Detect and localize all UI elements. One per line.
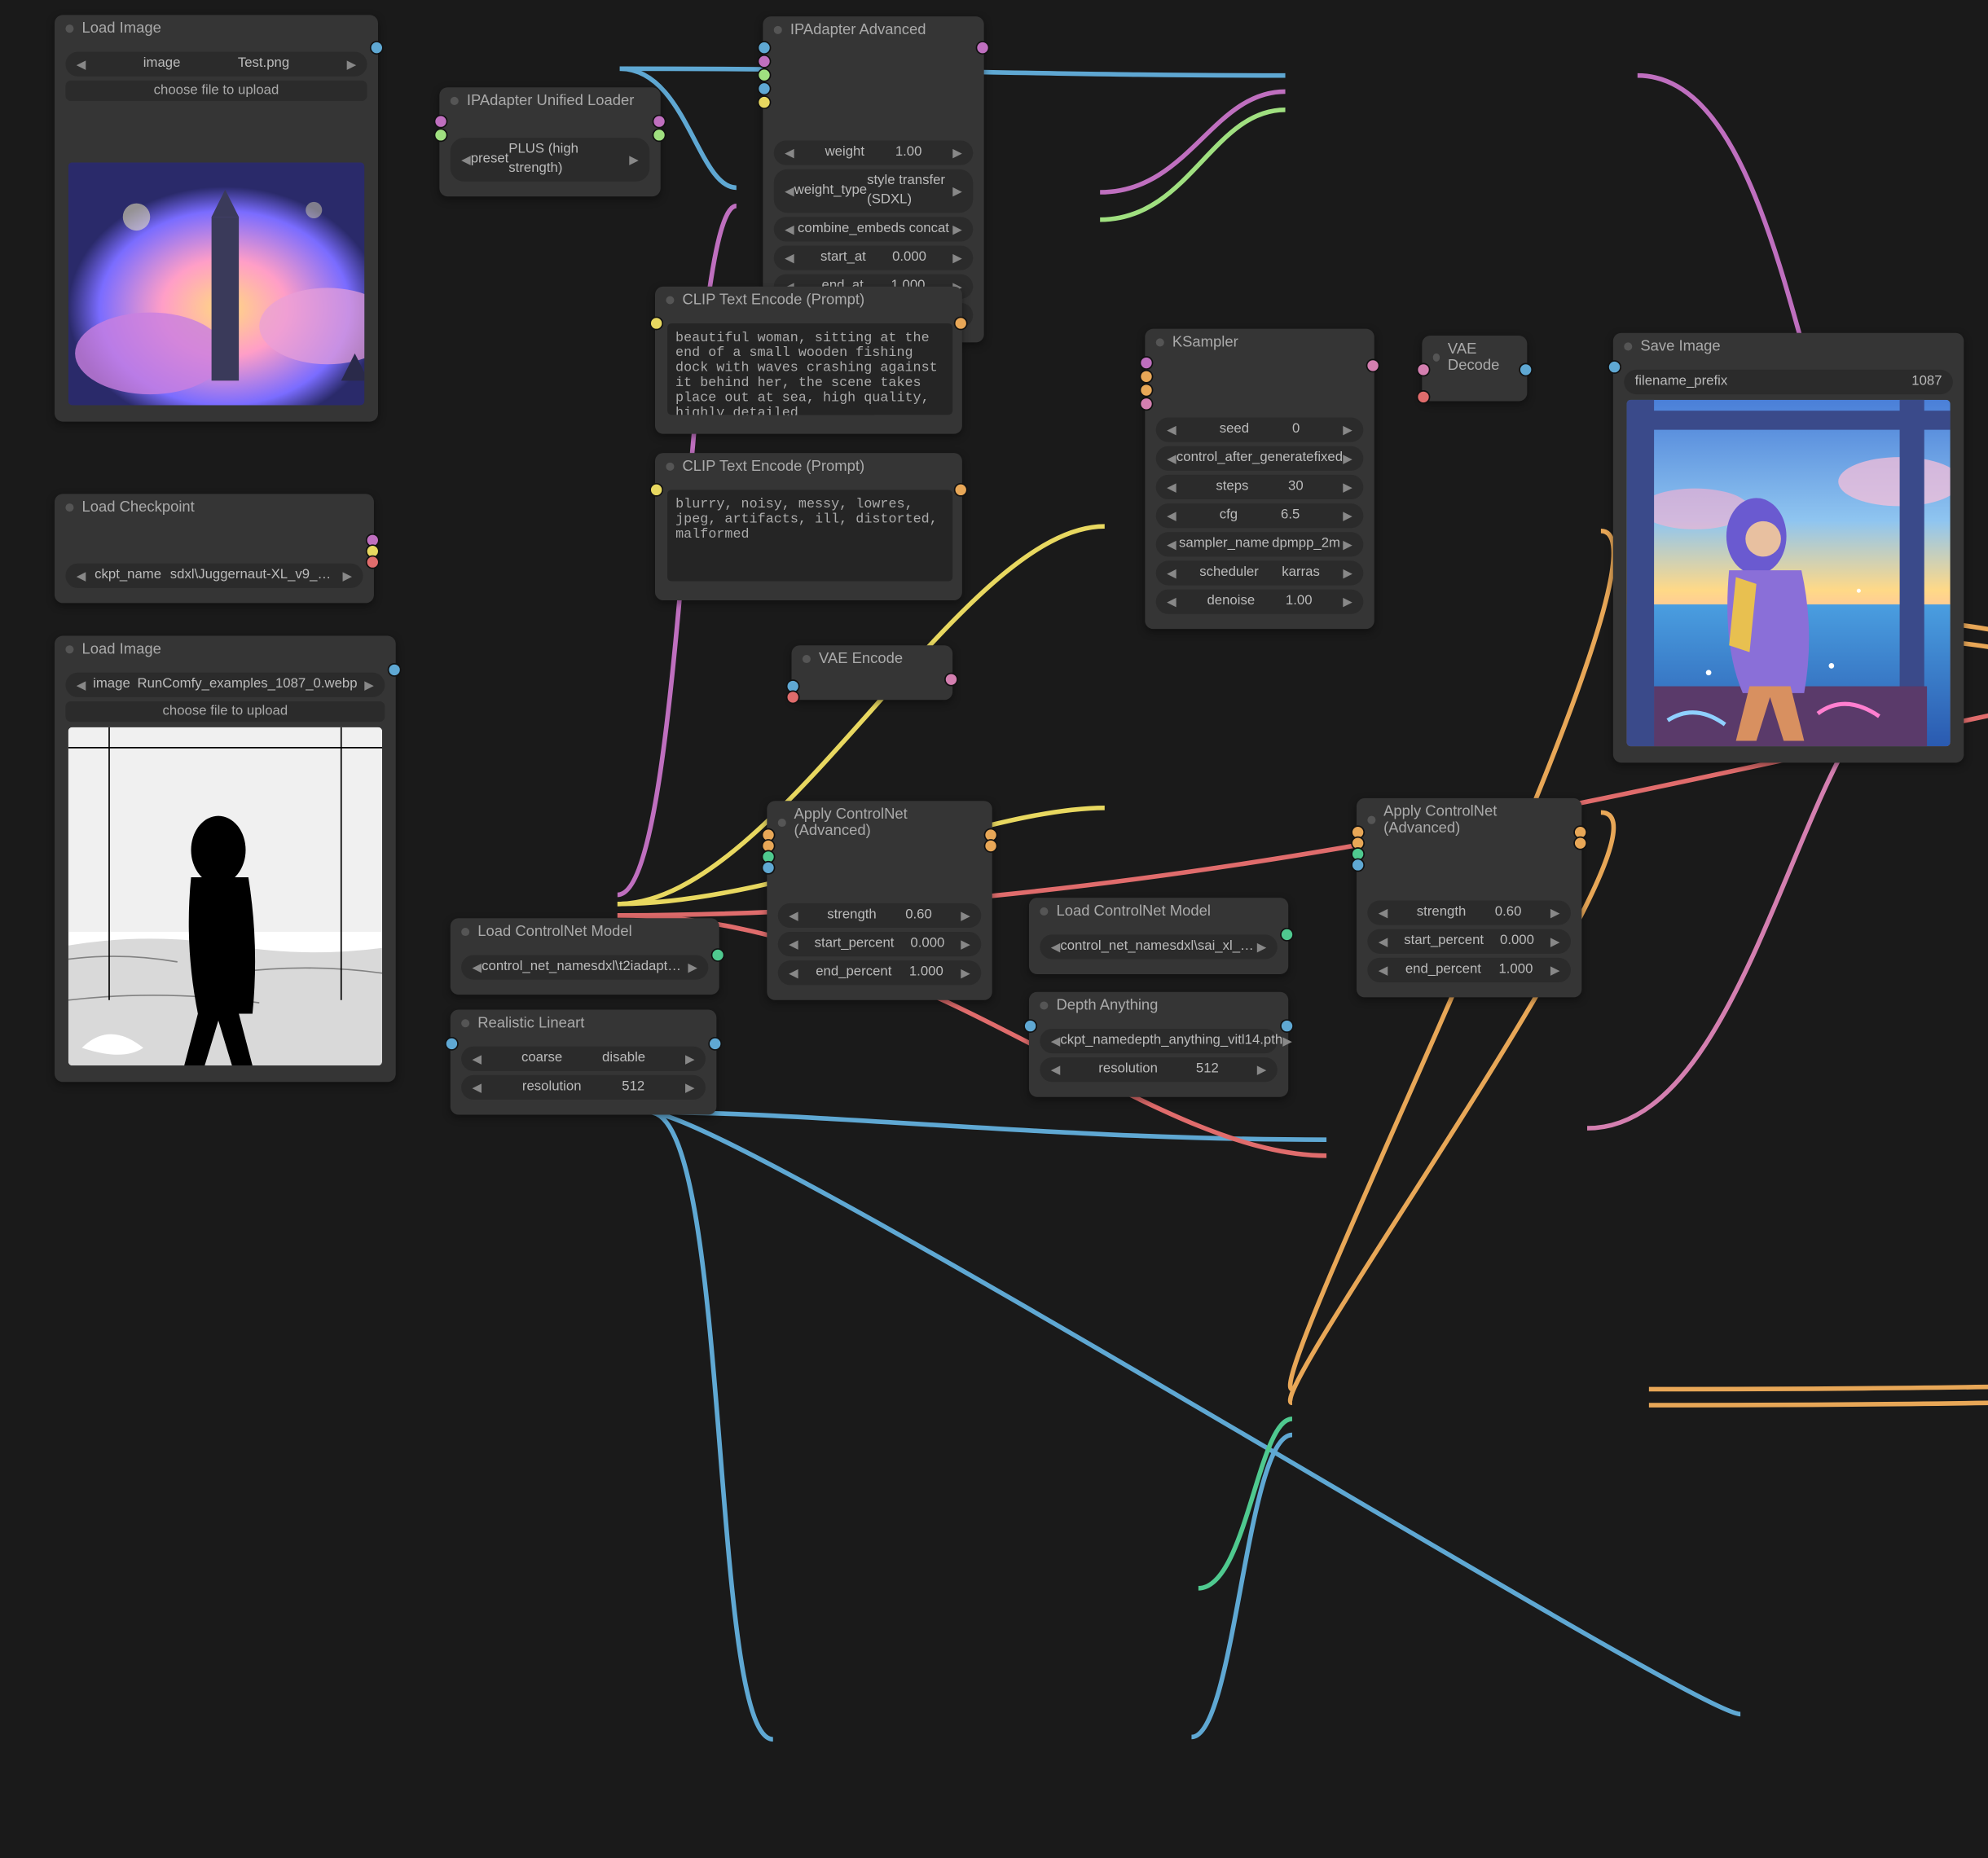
node-load-controlnet-2[interactable]: Load ControlNet Model ◀control_net_names… xyxy=(1029,898,1288,974)
port-samples-in[interactable] xyxy=(1417,363,1431,377)
node-load-controlnet-1[interactable]: Load ControlNet Model ◀control_net_names… xyxy=(451,918,719,995)
port-image-out[interactable] xyxy=(1280,1019,1294,1033)
port-images-in[interactable] xyxy=(1608,360,1621,374)
widget-combine_embeds[interactable]: ◀combine_embedsconcat▶ xyxy=(774,217,974,241)
port-model-in[interactable] xyxy=(758,55,772,68)
port-clip-in[interactable] xyxy=(649,317,663,331)
port-clip-in[interactable] xyxy=(649,483,663,497)
output-image xyxy=(1627,400,1951,746)
port-model-in[interactable] xyxy=(1140,356,1154,370)
widget-seed[interactable]: ◀seed0▶ xyxy=(1156,418,1364,442)
port-latent-out[interactable] xyxy=(944,673,958,687)
port-ipadapter-in[interactable] xyxy=(758,68,772,82)
port-model-in[interactable] xyxy=(434,115,448,129)
node-depth-anything[interactable]: Depth Anything ◀ckpt_namedepth_anything_… xyxy=(1029,992,1288,1097)
port-negative-out[interactable] xyxy=(1573,837,1587,850)
port-controlnet-out[interactable] xyxy=(1280,928,1294,942)
node-load-image-2[interactable]: Load Image ◀imageRunComfy_examples_1087_… xyxy=(55,636,396,1083)
widget-cn-name[interactable]: ◀control_net_namesdxl\t2iadapter_diffuse… xyxy=(461,955,708,980)
port-cond-out[interactable] xyxy=(954,483,968,497)
node-ksampler[interactable]: KSampler ◀seed0▶◀control_after_generatef… xyxy=(1145,329,1374,630)
widget-denoise[interactable]: ◀denoise1.00▶ xyxy=(1156,590,1364,614)
port-negative-in[interactable] xyxy=(1140,384,1154,398)
port-image-in[interactable] xyxy=(445,1037,459,1051)
widget-cfg[interactable]: ◀cfg6.5▶ xyxy=(1156,503,1364,528)
upload-button[interactable]: choose file to upload xyxy=(65,81,367,101)
widget-preset[interactable]: ◀presetPLUS (high strength)▶ xyxy=(451,138,650,182)
widget-weight_type[interactable]: ◀weight_typestyle transfer (SDXL)▶ xyxy=(774,169,974,213)
port-ipadapter-in[interactable] xyxy=(434,128,448,142)
node-load-image-1[interactable]: Load Image ◀imageTest.png▶ choose file t… xyxy=(55,15,378,421)
port-cond-out[interactable] xyxy=(954,317,968,331)
widget-start_percent[interactable]: ◀start_percent0.000▶ xyxy=(778,932,982,956)
widget-resolution[interactable]: ◀resolution512▶ xyxy=(461,1075,706,1100)
node-clip-negative[interactable]: CLIP Text Encode (Prompt) xyxy=(655,453,962,600)
prompt-textarea[interactable] xyxy=(667,490,952,581)
upload-button[interactable]: choose file to upload xyxy=(65,701,385,722)
preview-image-1 xyxy=(68,162,364,405)
port-clipvision-in[interactable] xyxy=(758,95,772,109)
port-image-in[interactable] xyxy=(762,861,776,875)
widget-start_at[interactable]: ◀start_at0.000▶ xyxy=(774,246,974,270)
node-apply-controlnet-1[interactable]: Apply ControlNet (Advanced) ◀strength0.6… xyxy=(767,801,992,1000)
port-model-out[interactable] xyxy=(976,41,990,55)
port-image-in[interactable] xyxy=(1351,859,1365,872)
widget-end_percent[interactable]: ◀end_percent1.000▶ xyxy=(1367,958,1571,982)
widget-coarse[interactable]: ◀coarsedisable▶ xyxy=(461,1047,706,1071)
widget-weight[interactable]: ◀weight1.00▶ xyxy=(774,141,974,165)
port-negative-out[interactable] xyxy=(984,839,998,853)
port-attn-in[interactable] xyxy=(758,82,772,96)
widget-ckpt_name[interactable]: ◀ckpt_namedepth_anything_vitl14.pth▶ xyxy=(1040,1029,1277,1053)
port-vae-in[interactable] xyxy=(1417,390,1431,404)
port-image-out[interactable] xyxy=(370,41,384,55)
widget-sampler_name[interactable]: ◀sampler_namedpmpp_2m▶ xyxy=(1156,532,1364,556)
widget-control_after_generate[interactable]: ◀control_after_generatefixed▶ xyxy=(1156,446,1364,471)
widget-strength[interactable]: ◀strength0.60▶ xyxy=(1367,901,1571,925)
node-load-checkpoint[interactable]: Load Checkpoint ◀ckpt_namesdxl\Juggernau… xyxy=(55,494,374,603)
node-title: Load Image xyxy=(55,15,378,42)
node-ipadapter-loader[interactable]: IPAdapter Unified Loader ◀presetPLUS (hi… xyxy=(439,87,660,196)
port-image-out[interactable] xyxy=(1519,363,1533,377)
port-vae-in[interactable] xyxy=(786,691,800,705)
port-image-out[interactable] xyxy=(708,1037,722,1051)
widget-scheduler[interactable]: ◀schedulerkarras▶ xyxy=(1156,560,1364,585)
port-positive-in[interactable] xyxy=(1140,370,1154,384)
widget-image-file[interactable]: ◀imageRunComfy_examples_1087_0.webp▶ xyxy=(65,673,385,697)
node-vae-decode[interactable]: VAE Decode xyxy=(1422,336,1527,401)
port-latent-in[interactable] xyxy=(1140,397,1154,411)
widget-resolution[interactable]: ◀resolution512▶ xyxy=(1040,1057,1277,1082)
node-save-image[interactable]: Save Image filename_prefix1087 xyxy=(1613,333,1964,763)
widget-filename-prefix[interactable]: filename_prefix1087 xyxy=(1624,370,1953,394)
widget-strength[interactable]: ◀strength0.60▶ xyxy=(778,903,982,928)
node-vae-encode[interactable]: VAE Encode xyxy=(792,645,953,700)
port-controlnet-out[interactable] xyxy=(711,948,725,962)
port-image-in[interactable] xyxy=(1023,1019,1037,1033)
widget-image-file[interactable]: ◀imageTest.png▶ xyxy=(65,52,367,77)
port-image-out[interactable] xyxy=(388,663,402,677)
widget-end_percent[interactable]: ◀end_percent1.000▶ xyxy=(778,960,982,985)
widget-start_percent[interactable]: ◀start_percent0.000▶ xyxy=(1367,929,1571,954)
node-realistic-lineart[interactable]: Realistic Lineart ◀coarsedisable▶◀resolu… xyxy=(451,1010,717,1115)
preview-image-2 xyxy=(68,727,382,1065)
port-model-out[interactable] xyxy=(653,115,666,129)
widget-steps[interactable]: ◀steps30▶ xyxy=(1156,475,1364,499)
widget-ckpt[interactable]: ◀ckpt_namesdxl\Juggernaut-XL_v9_RunDiffu… xyxy=(65,564,363,588)
port-ipadapter-out[interactable] xyxy=(653,128,666,142)
port-vae-out[interactable] xyxy=(366,556,380,569)
port-latent-out[interactable] xyxy=(1366,359,1380,373)
port-image-in[interactable] xyxy=(758,41,772,55)
node-apply-controlnet-2[interactable]: Apply ControlNet (Advanced) ◀strength0.6… xyxy=(1357,798,1581,998)
widget-cn-name[interactable]: ◀control_net_namesdxl\sai_xl_depth_256lo… xyxy=(1040,934,1277,959)
node-clip-positive[interactable]: CLIP Text Encode (Prompt) xyxy=(655,287,962,434)
prompt-textarea[interactable] xyxy=(667,323,952,415)
